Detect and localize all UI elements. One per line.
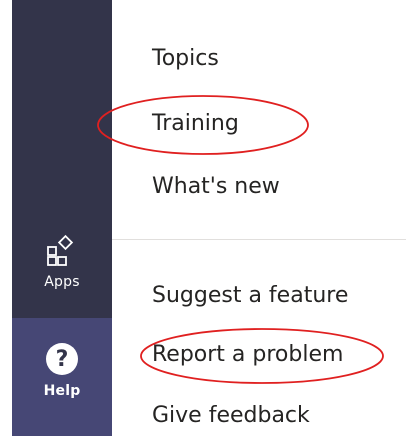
menu-item-give-feedback[interactable]: Give feedback	[152, 401, 310, 431]
left-margin	[0, 0, 12, 436]
help-menu: Topics Training What's new Suggest a fea…	[112, 0, 406, 436]
apps-icon	[47, 234, 74, 266]
help-button[interactable]: ? Help	[12, 318, 112, 436]
menu-item-report-problem[interactable]: Report a problem	[152, 340, 343, 370]
apps-button[interactable]: Apps	[12, 228, 112, 316]
menu-item-topics[interactable]: Topics	[152, 44, 219, 74]
menu-item-training[interactable]: Training	[152, 109, 239, 139]
help-label: Help	[43, 383, 81, 399]
apps-label: Apps	[44, 274, 80, 290]
menu-item-suggest-feature[interactable]: Suggest a feature	[152, 281, 348, 311]
menu-item-whats-new[interactable]: What's new	[152, 172, 280, 202]
menu-divider	[112, 239, 406, 240]
app-bar: Apps ? Help	[12, 0, 112, 436]
help-question-icon: ?	[46, 343, 78, 375]
